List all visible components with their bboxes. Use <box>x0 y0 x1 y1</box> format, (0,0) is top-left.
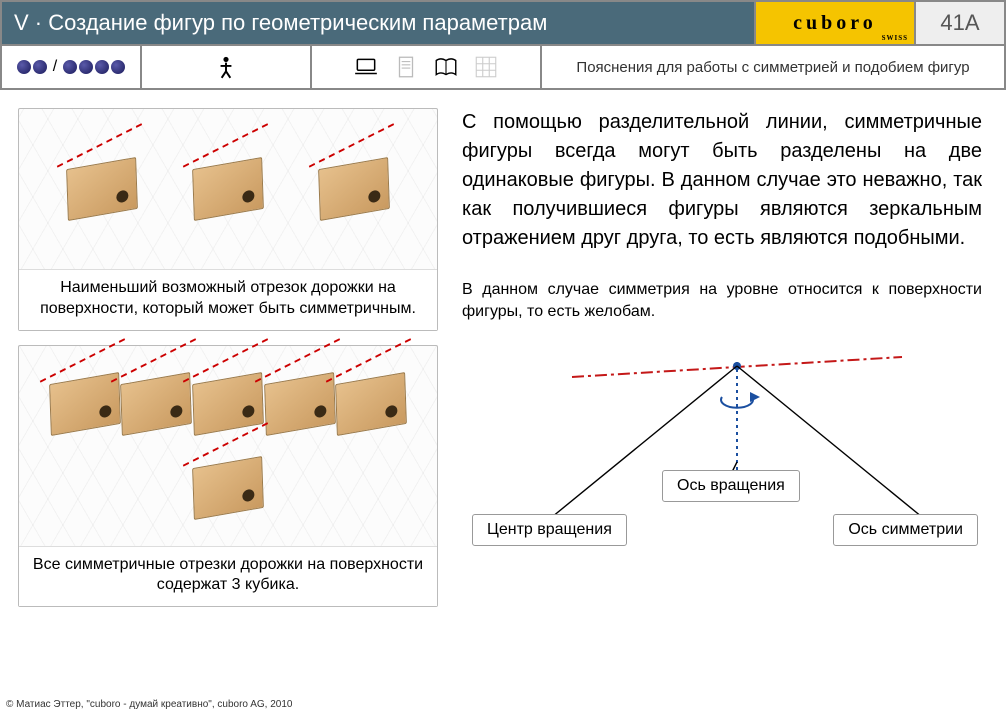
logo-text: cuboro <box>793 12 877 35</box>
cube-icon <box>192 372 264 436</box>
copyright-footer: © Матиас Эттер, "cuboro - думай креативн… <box>6 699 292 710</box>
cube-icon <box>49 372 121 436</box>
difficulty-dot-icon <box>79 60 93 74</box>
toolbar-description: Пояснения для работы с симметрией и подо… <box>542 46 1004 88</box>
right-column: С помощью разделительной линии, симметри… <box>462 108 982 607</box>
difficulty-dot-icon <box>95 60 109 74</box>
label-symmetry-axis: Ось симметрии <box>833 514 978 546</box>
logo-subtext: SWISS <box>882 34 908 42</box>
cube-icon <box>318 157 390 221</box>
person-icon-cell <box>142 46 312 88</box>
figure-1-image <box>19 109 437 269</box>
figure-2-image <box>19 346 437 546</box>
cube-icon <box>66 157 138 221</box>
paragraph-1: С помощью разделительной линии, симметри… <box>462 108 982 253</box>
cube-icon <box>264 372 336 436</box>
difficulty-dot-icon <box>111 60 125 74</box>
difficulty-dot-icon <box>17 60 31 74</box>
grid-icon <box>473 54 499 80</box>
left-column: Наименьший возможный отрезок дорожки на … <box>18 108 438 607</box>
cube-icon <box>192 157 264 221</box>
symmetry-diagram: Центр вращения Ось вращения Ось симметри… <box>462 342 982 552</box>
toolbar: / Пояснения для работы с симметрией и по… <box>0 46 1006 90</box>
difficulty-dot-icon <box>63 60 77 74</box>
toolbar-icons <box>312 46 542 88</box>
document-icon <box>393 54 419 80</box>
header-bar: V · Создание фигур по геометрическим пар… <box>0 0 1006 46</box>
label-rotation-center: Центр вращения <box>472 514 627 546</box>
cube-icon <box>192 456 264 520</box>
figure-2: Все симметричные отрезки дорожки на пове… <box>18 345 438 608</box>
laptop-icon <box>353 54 379 80</box>
difficulty-dot-icon <box>33 60 47 74</box>
cube-icon <box>335 372 407 436</box>
brand-logo: cuboro SWISS <box>754 2 914 44</box>
page-number: 41A <box>914 2 1004 44</box>
cube-icon <box>121 372 193 436</box>
figure-1: Наименьший возможный отрезок дорожки на … <box>18 108 438 331</box>
person-icon <box>213 54 239 80</box>
page-title: V · Создание фигур по геометрическим пар… <box>2 2 754 44</box>
figure-1-caption: Наименьший возможный отрезок дорожки на … <box>19 269 437 330</box>
main-content: Наименьший возможный отрезок дорожки на … <box>0 90 1006 615</box>
figure-2-caption: Все симметричные отрезки дорожки на пове… <box>19 546 437 607</box>
book-icon <box>433 54 459 80</box>
difficulty-indicator: / <box>2 46 142 88</box>
difficulty-separator: / <box>53 58 57 76</box>
label-rotation-axis: Ось вращения <box>662 470 800 502</box>
paragraph-2: В данном случае симметрия на уровне отно… <box>462 279 982 324</box>
